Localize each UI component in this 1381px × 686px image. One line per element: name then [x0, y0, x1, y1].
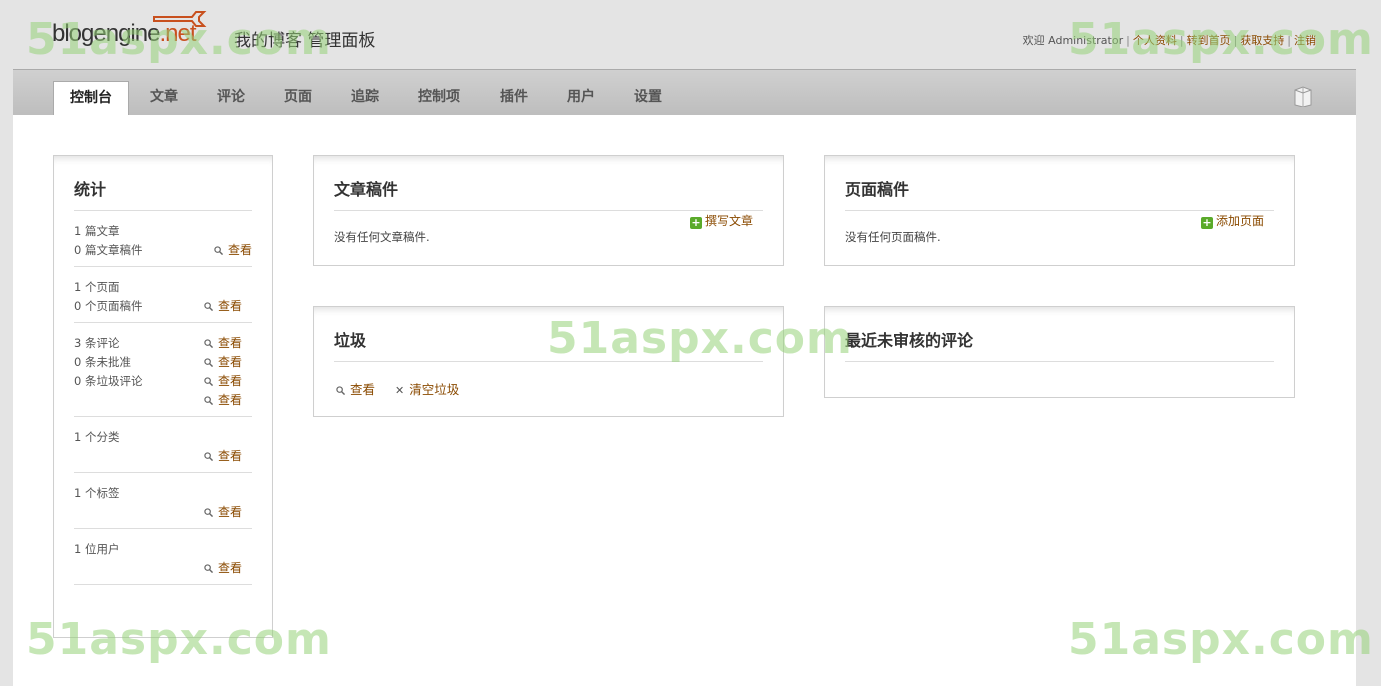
magnifier-icon: [204, 508, 213, 517]
stat-group-tags: 1 个标签 查看: [74, 473, 252, 529]
view-label: 查看: [217, 449, 242, 463]
welcome-text: 欢迎: [1022, 34, 1045, 47]
view-page-drafts-link[interactable]: 查看: [204, 297, 242, 316]
stat-group-categories: 1 个分类 查看: [74, 417, 252, 473]
stat-line: 1 个标签: [74, 486, 120, 500]
tab-settings[interactable]: 设置: [618, 81, 678, 116]
tab-trackbacks[interactable]: 追踪: [335, 81, 395, 116]
stat-line: 0 条垃圾评论: [74, 374, 143, 388]
view-comments-link[interactable]: 查看: [204, 334, 242, 353]
add-icon: +: [1200, 216, 1213, 229]
empty-trash-link[interactable]: ✕ 清空垃圾: [395, 382, 459, 397]
stat-line: 1 位用户: [74, 542, 120, 556]
tab-pages[interactable]: 页面: [268, 81, 328, 116]
view-label: 查看: [217, 561, 242, 575]
watermark: 51aspx.com: [26, 14, 332, 65]
view-spam-link[interactable]: 查看: [204, 372, 242, 391]
view-label: 查看: [217, 374, 242, 388]
view-unapproved-link[interactable]: 查看: [204, 353, 242, 372]
stat-line: 3 条评论: [74, 336, 120, 350]
watermark: 51aspx.com: [26, 614, 332, 665]
stat-line-row: 0 篇文章稿件 查看: [74, 241, 252, 260]
view-label: 查看: [217, 355, 242, 369]
page-drafts-panel: 页面稿件 + 添加页面 没有任何页面稿件.: [824, 155, 1295, 266]
view-users-link[interactable]: 查看: [204, 559, 242, 578]
stats-panel: 统计 1 篇文章 0 篇文章稿件 查看 1 个页面 0 个页面稿件 查看 3 条…: [53, 155, 273, 638]
view-trash-link[interactable]: 查看: [336, 382, 375, 397]
magnifier-icon: [204, 452, 213, 461]
magnifier-icon: [204, 302, 213, 311]
stat-line-row: 3 条评论 查看: [74, 334, 252, 353]
view-label: 查看: [227, 243, 252, 257]
view-label: 查看: [217, 299, 242, 313]
tab-comments[interactable]: 评论: [201, 81, 261, 116]
write-post-button[interactable]: + 撰写文章: [689, 212, 753, 229]
view-categories-link[interactable]: 查看: [204, 447, 242, 466]
stat-line: 1 个分类: [74, 430, 120, 444]
stat-group-users: 1 位用户 查看: [74, 529, 252, 585]
pending-comments-panel: 最近未审核的评论: [824, 306, 1295, 398]
stat-line: 0 个页面稿件: [74, 299, 143, 313]
post-drafts-panel: 文章稿件 + 撰写文章 没有任何文章稿件.: [313, 155, 784, 266]
magnifier-icon: [204, 358, 213, 367]
stat-line-row: 查看: [74, 559, 252, 578]
post-drafts-empty: 没有任何文章稿件.: [334, 230, 430, 244]
stat-group-pages: 1 个页面 0 个页面稿件 查看: [74, 267, 252, 323]
magnifier-icon: [204, 564, 213, 573]
stat-line: 0 条未批准: [74, 355, 131, 369]
stat-line-row: 查看: [74, 503, 252, 522]
add-icon: +: [689, 216, 702, 229]
stat-line: 1 个页面: [74, 280, 120, 294]
watermark: 51aspx.com: [1068, 614, 1374, 665]
watermark: 51aspx.com: [547, 313, 853, 364]
stat-line-row: 0 个页面稿件 查看: [74, 297, 252, 316]
tab-controls[interactable]: 控制项: [402, 81, 476, 116]
stat-group-comments: 3 条评论 查看 0 条未批准 查看 0 条垃圾评论 查看 查看: [74, 323, 252, 417]
stat-line-row: 查看: [74, 447, 252, 466]
view-post-drafts-link[interactable]: 查看: [214, 241, 252, 260]
write-post-label: 撰写文章: [704, 214, 753, 228]
tab-dashboard[interactable]: 控制台: [53, 81, 129, 117]
stat-line-row: 查看: [74, 391, 252, 410]
pending-comments-title: 最近未审核的评论: [845, 327, 1274, 362]
page-drafts-empty: 没有任何页面稿件.: [845, 230, 941, 244]
close-icon: ✕: [395, 384, 405, 397]
stat-group-posts: 1 篇文章 0 篇文章稿件 查看: [74, 211, 252, 267]
tab-posts[interactable]: 文章: [134, 81, 194, 116]
magnifier-icon: [204, 339, 213, 348]
post-drafts-title: 文章稿件: [334, 176, 763, 211]
magnifier-icon: [336, 386, 345, 395]
tab-users[interactable]: 用户: [551, 81, 611, 116]
page-drafts-title: 页面稿件: [845, 176, 1274, 211]
view-label: 查看: [217, 505, 242, 519]
empty-trash-label: 清空垃圾: [409, 382, 460, 397]
dashboard-content: 统计 1 篇文章 0 篇文章稿件 查看 1 个页面 0 个页面稿件 查看 3 条…: [13, 115, 1356, 686]
stat-line-row: 0 条垃圾评论 查看: [74, 372, 252, 391]
add-page-button[interactable]: + 添加页面: [1200, 212, 1264, 229]
main-nav: 控制台 文章 评论 页面 追踪 控制项 插件 用户 设置: [13, 69, 1356, 117]
view-all-comments-link[interactable]: 查看: [204, 391, 242, 410]
trash-actions: 查看 ✕ 清空垃圾: [336, 379, 475, 398]
view-trash-label: 查看: [350, 382, 376, 397]
watermark: 51aspx.com: [1068, 14, 1374, 65]
stats-title: 统计: [74, 176, 252, 211]
stat-line: 1 篇文章: [74, 224, 120, 238]
view-label: 查看: [217, 393, 242, 407]
view-label: 查看: [217, 336, 242, 350]
view-tags-link[interactable]: 查看: [204, 503, 242, 522]
stat-line-row: 0 条未批准 查看: [74, 353, 252, 372]
gift-icon[interactable]: [1293, 85, 1313, 107]
tab-plugins[interactable]: 插件: [484, 81, 544, 116]
magnifier-icon: [204, 396, 213, 405]
stat-line: 0 篇文章稿件: [74, 243, 143, 257]
magnifier-icon: [214, 246, 223, 255]
add-page-label: 添加页面: [1215, 214, 1264, 228]
magnifier-icon: [204, 377, 213, 386]
